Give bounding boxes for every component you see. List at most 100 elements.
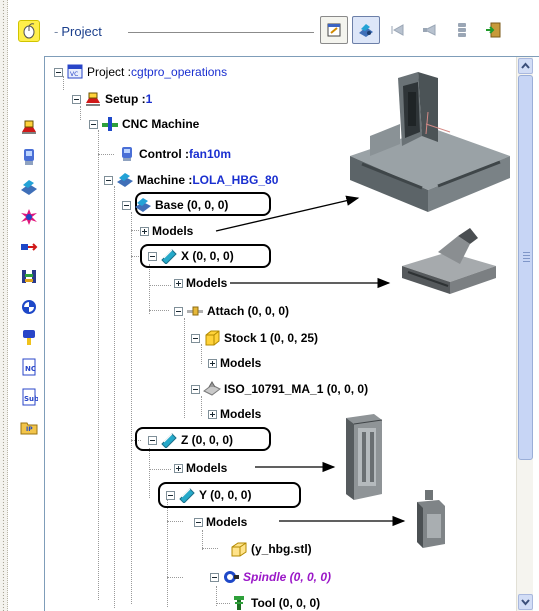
collapse-icon[interactable] (89, 119, 98, 129)
tree-node-x-models[interactable]: Models (174, 274, 227, 292)
machine-view-icon[interactable] (352, 16, 380, 44)
open-project-icon[interactable]: IP (20, 418, 38, 436)
kinematics-icon[interactable] (20, 268, 38, 286)
tree-connector (202, 530, 203, 550)
tool-icon (230, 595, 248, 611)
tree-node-fixture[interactable]: ISO_10791_MA_1 (0, 0, 0) (191, 380, 368, 398)
fixture-icon (203, 381, 221, 397)
tree-connector (167, 495, 168, 607)
collapse-icon[interactable] (174, 306, 183, 316)
collision-icon[interactable] (20, 208, 38, 226)
subroutine-icon[interactable]: Sub (20, 388, 39, 406)
setup-icon (84, 91, 102, 107)
tree-node-x[interactable]: X (0, 0, 0) (148, 247, 234, 265)
tree-node-stock-models[interactable]: Models (208, 354, 261, 372)
y-model-image (413, 488, 449, 550)
base-component-icon (134, 197, 152, 213)
tree-node-project[interactable]: VC Project : cgtpro_operations (54, 63, 227, 81)
sphere-icon[interactable] (20, 298, 38, 316)
control-icon[interactable] (20, 148, 38, 166)
tree-connector (201, 396, 202, 416)
collapse-icon[interactable] (166, 490, 175, 500)
panel-edge (0, 0, 8, 611)
project-title: - Project (54, 24, 102, 39)
machine-icon[interactable] (20, 178, 38, 196)
project-toolbar (320, 16, 508, 46)
tree-node-model-file[interactable]: (y_hbg.stl) (230, 540, 312, 558)
linear-axis-icon (178, 487, 196, 504)
tree-node-control[interactable]: Control : fan10m (118, 145, 231, 163)
tree-node-setup[interactable]: Setup : 1 (72, 90, 152, 108)
scroll-up-button[interactable] (518, 58, 533, 74)
scroll-grip (523, 255, 530, 256)
collapse-icon[interactable] (191, 333, 200, 343)
tree-node-y-models[interactable]: Models (194, 513, 247, 531)
tree-connector (80, 106, 81, 120)
tree-node-tool[interactable]: Tool (0, 0, 0) (230, 594, 320, 611)
svg-text:Sub: Sub (24, 395, 38, 403)
collapse-icon[interactable] (104, 175, 113, 185)
x-model-image (398, 224, 500, 296)
scroll-grip (523, 258, 530, 259)
header-divider (128, 32, 314, 33)
tree-connector (98, 130, 99, 600)
tree-node-z-models[interactable]: Models (174, 459, 227, 477)
collapse-icon[interactable] (122, 200, 131, 210)
tree-connector (201, 344, 202, 364)
tree-node-attach[interactable]: Attach (0, 0, 0) (174, 302, 289, 320)
tree-node-stock[interactable]: Stock 1 (0, 0, 25) (191, 329, 318, 347)
tree-node-base-models[interactable]: Models (140, 222, 193, 240)
tree-node-z[interactable]: Z (0, 0, 0) (148, 431, 233, 449)
linear-axis-icon (160, 432, 178, 449)
step-forward-icon[interactable] (416, 16, 444, 44)
collapse-icon[interactable] (54, 67, 63, 77)
tree-node-machine[interactable]: Machine : LOLA_HBG_80 (104, 171, 278, 189)
nc-program-icon[interactable]: NC (20, 358, 38, 376)
svg-text:VC: VC (70, 71, 78, 78)
expand-icon[interactable] (208, 358, 217, 368)
scroll-grip (523, 252, 530, 253)
tree-scrollbar[interactable] (516, 57, 533, 611)
stock-icon (203, 330, 221, 346)
collapse-icon[interactable] (148, 435, 157, 445)
project-icon: VC (66, 64, 84, 80)
stack-icon[interactable] (448, 16, 476, 44)
tree-connector (149, 469, 171, 470)
tool-icon[interactable] (20, 328, 38, 346)
tree-node-fixture-models[interactable]: Models (208, 405, 261, 423)
tree-connector (131, 212, 132, 604)
model-file-icon (230, 541, 248, 557)
tree-node-spindle[interactable]: Spindle (0, 0, 0) (210, 568, 331, 586)
z-model-image (338, 414, 388, 500)
scroll-thumb[interactable] (518, 75, 533, 460)
attach-icon[interactable] (20, 238, 38, 256)
step-back-icon[interactable] (384, 16, 412, 44)
exit-icon[interactable] (480, 16, 508, 44)
collapse-icon[interactable] (191, 384, 200, 394)
collapse-icon[interactable] (72, 94, 81, 104)
tree-connector (184, 318, 185, 418)
expand-icon[interactable] (174, 278, 183, 288)
tree-connector (216, 603, 230, 604)
svg-text:IP: IP (26, 426, 33, 433)
tree-connector (149, 264, 150, 314)
collapse-icon[interactable] (194, 517, 203, 527)
tree-node-base[interactable]: Base (0, 0, 0) (122, 196, 228, 214)
expand-icon[interactable] (140, 226, 149, 236)
tree-node-cnc-machine[interactable]: CNC Machine (89, 115, 199, 133)
tree-connector (98, 154, 114, 155)
tree-node-y[interactable]: Y (0, 0, 0) (166, 486, 251, 504)
spindle-icon (222, 569, 240, 585)
mouse-icon[interactable] (18, 20, 40, 42)
collapse-icon[interactable] (148, 251, 157, 261)
base-model-image (340, 72, 512, 218)
expand-icon[interactable] (174, 463, 183, 473)
expand-icon[interactable] (208, 409, 217, 419)
scroll-down-button[interactable] (518, 594, 533, 610)
properties-icon[interactable] (320, 16, 348, 44)
tree-connector (167, 577, 183, 578)
tree-connector (202, 548, 218, 549)
collapse-icon[interactable] (210, 572, 219, 582)
setup-icon[interactable] (20, 118, 38, 136)
tree-connector (167, 521, 183, 522)
